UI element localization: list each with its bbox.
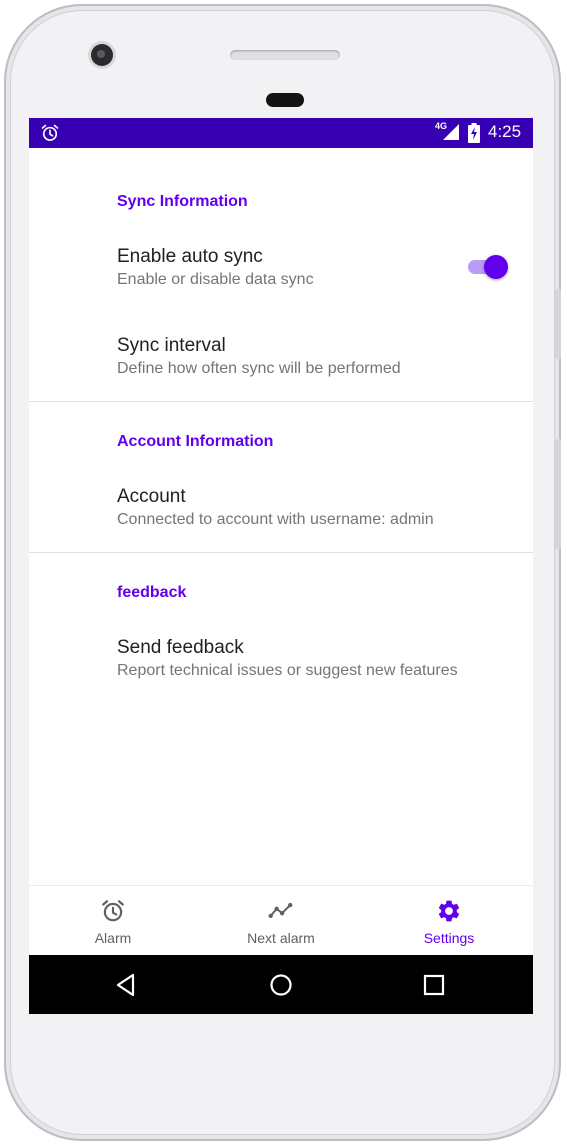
preference-summary: Define how often sync will be performed xyxy=(117,360,401,377)
preference-summary: Report technical issues or suggest new f… xyxy=(117,662,458,679)
battery-charging-icon xyxy=(468,123,480,143)
section-divider xyxy=(29,552,533,553)
screen: 4G 4:25 Sync Information Enable auto syn… xyxy=(29,118,533,1014)
home-circle-icon[interactable] xyxy=(268,972,294,998)
nav-label: Settings xyxy=(423,930,475,946)
preference-title: Account xyxy=(117,486,186,507)
nav-label: Alarm xyxy=(94,930,132,946)
power-button xyxy=(555,289,561,359)
switch-thumb xyxy=(484,255,508,279)
section-title-account: Account Information xyxy=(117,433,274,450)
alarm-clock-icon xyxy=(41,124,59,141)
preference-title: Send feedback xyxy=(117,637,244,658)
preference-summary: Connected to account with username: admi… xyxy=(117,511,434,528)
bottom-navigation: Alarm Next alarm Settings xyxy=(29,885,533,956)
status-bar: 4G 4:25 xyxy=(29,118,533,148)
section-title-feedback: feedback xyxy=(117,584,187,601)
section-divider xyxy=(29,401,533,402)
nav-item-next-alarm[interactable]: Next alarm xyxy=(197,886,365,956)
volume-button xyxy=(555,439,561,549)
preference-title: Sync interval xyxy=(117,335,226,356)
gear-icon xyxy=(438,900,460,922)
earpiece-speaker xyxy=(230,50,340,60)
section-title-sync: Sync Information xyxy=(117,193,248,210)
status-time: 4:25 xyxy=(488,122,522,141)
auto-sync-switch[interactable] xyxy=(468,255,510,279)
preference-title: Enable auto sync xyxy=(117,246,263,267)
nav-item-alarm[interactable]: Alarm xyxy=(29,886,197,956)
preference-summary: Enable or disable data sync xyxy=(117,271,314,288)
nav-item-settings[interactable]: Settings xyxy=(365,886,533,956)
alarm-clock-icon xyxy=(102,900,124,922)
front-camera xyxy=(91,44,113,66)
recents-square-icon[interactable] xyxy=(421,972,447,998)
proximity-sensor xyxy=(266,93,304,107)
timeline-icon xyxy=(268,902,293,919)
nav-label: Next alarm xyxy=(247,930,315,946)
signal-icon xyxy=(443,124,459,140)
back-triangle-icon[interactable] xyxy=(113,972,139,998)
system-navigation-bar xyxy=(29,955,533,1014)
